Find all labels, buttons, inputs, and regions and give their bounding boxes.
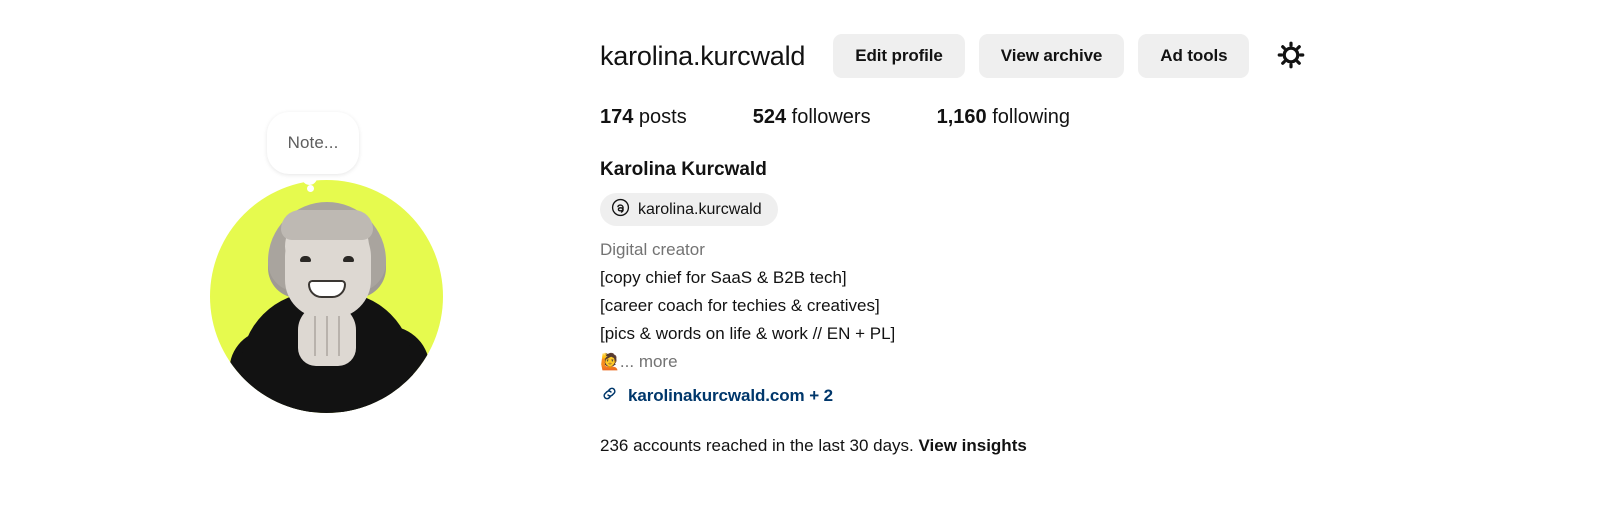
threads-icon — [611, 198, 630, 222]
portrait-finger-1 — [313, 316, 316, 356]
bio-emoji: 🙋 — [600, 353, 620, 371]
insights-text: 236 accounts reached in the last 30 days… — [600, 435, 919, 455]
link-chain-icon — [600, 384, 619, 408]
stat-posts[interactable]: 174 posts — [600, 106, 687, 129]
profile-header-row: karolina.kurcwald Edit profile View arch… — [600, 28, 1600, 84]
insights-row: 236 accounts reached in the last 30 days… — [600, 436, 1600, 456]
avatar[interactable] — [210, 180, 443, 413]
edit-profile-button[interactable]: Edit profile — [833, 34, 965, 78]
portrait-finger-2 — [325, 316, 328, 356]
bio-category: Digital creator — [600, 240, 705, 259]
followers-count: 524 — [752, 106, 787, 128]
profile-picture-column: Note... — [0, 0, 600, 530]
view-insights-button[interactable]: View insights — [918, 436, 1026, 455]
portrait-finger-3 — [337, 316, 340, 356]
settings-button[interactable] — [1273, 38, 1309, 74]
full-name: Karolina Kurcwald — [600, 159, 767, 180]
followers-label: followers — [786, 106, 871, 128]
note-bubble-text: Note... — [287, 133, 339, 152]
external-link-text: karolinakurcwald.com + 2 — [628, 385, 833, 405]
profile-info-column: karolina.kurcwald Edit profile View arch… — [600, 0, 1600, 530]
bio-more-button[interactable]: ... more — [620, 352, 678, 371]
bio-line-2: [career coach for techies & creatives] — [600, 295, 880, 315]
external-link[interactable]: karolinakurcwald.com + 2 — [600, 384, 1600, 408]
posts-count: 174 — [600, 106, 634, 128]
following-count: 1,160 — [936, 106, 987, 128]
threads-handle: karolina.kurcwald — [638, 200, 762, 218]
bio-last-line: 🙋... more — [600, 348, 1600, 376]
posts-label: posts — [633, 106, 687, 128]
avatar-portrait-image — [210, 180, 443, 413]
threads-badge[interactable]: karolina.kurcwald — [600, 193, 778, 226]
stat-followers[interactable]: 524 followers — [753, 106, 871, 129]
view-archive-button[interactable]: View archive — [978, 34, 1125, 78]
following-label: following — [986, 106, 1071, 128]
portrait-hands — [297, 304, 356, 366]
bio-line-3: [pics & words on life & work // EN + PL] — [600, 323, 896, 343]
username: karolina.kurcwald — [600, 40, 806, 71]
avatar-with-note: Note... — [210, 112, 443, 413]
portrait-bangs — [280, 210, 373, 240]
bio-line-1: [copy chief for SaaS & B2B tech] — [600, 267, 847, 287]
bio: Digital creator [copy chief for SaaS & B… — [600, 236, 1600, 376]
ad-tools-button[interactable]: Ad tools — [1138, 34, 1250, 78]
portrait-smile — [307, 280, 346, 298]
gear-icon — [1275, 39, 1307, 74]
portrait-eye-right — [342, 256, 354, 262]
note-bubble-tail-small — [307, 185, 314, 192]
instagram-profile-header: Note... karolina.kurcwald Edit profile V… — [0, 0, 1600, 530]
stat-following[interactable]: 1,160 following — [937, 106, 1070, 129]
note-bubble[interactable]: Note... — [267, 112, 359, 174]
profile-stats: 174 posts 524 followers 1,160 following — [600, 106, 1600, 129]
portrait-eye-left — [299, 256, 311, 262]
